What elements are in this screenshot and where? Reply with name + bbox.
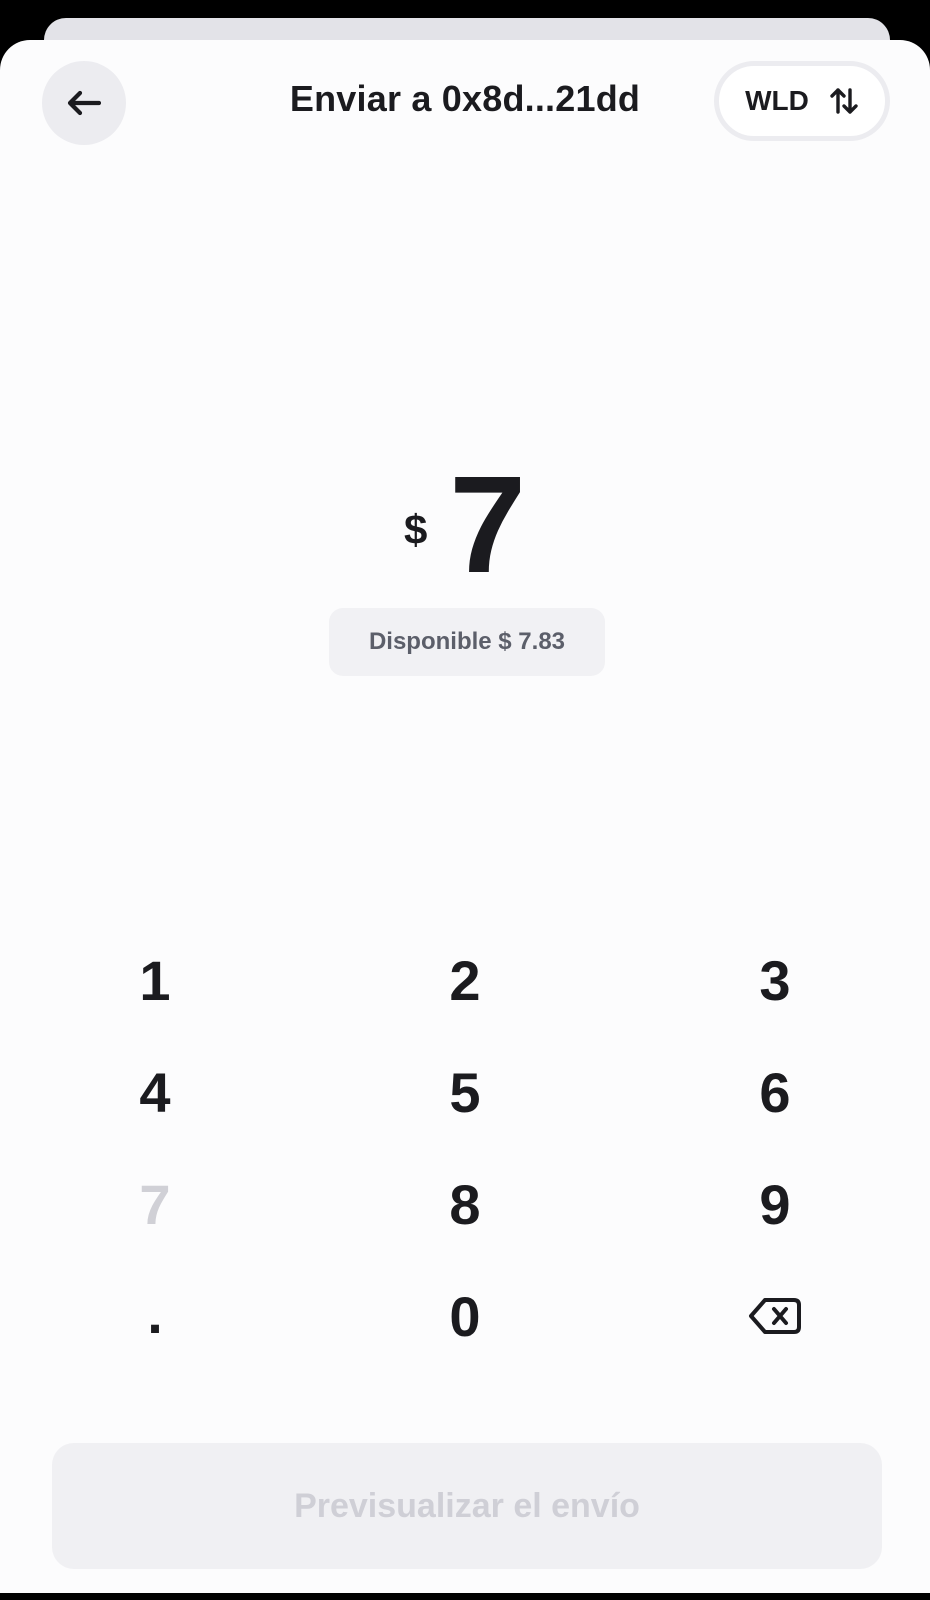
key-1[interactable]: 1 xyxy=(0,924,310,1036)
back-button[interactable] xyxy=(42,61,126,145)
amount-display: $ 7 xyxy=(0,440,930,610)
key-2[interactable]: 2 xyxy=(310,924,620,1036)
currency-label: WLD xyxy=(745,85,809,116)
key-6[interactable]: 6 xyxy=(620,1036,930,1148)
arrow-left-icon xyxy=(67,90,101,116)
page-title: Enviar a 0x8d...21dd xyxy=(289,78,641,119)
currency-toggle-button[interactable]: WLD xyxy=(714,61,890,141)
backspace-button[interactable] xyxy=(620,1260,930,1372)
key-0[interactable]: 0 xyxy=(310,1260,620,1372)
amount-value: 7 xyxy=(449,448,527,602)
send-sheet: Enviar a 0x8d...21dd WLD $ 7 Disponible … xyxy=(0,40,930,1593)
key-9[interactable]: 9 xyxy=(620,1148,930,1260)
header: Enviar a 0x8d...21dd WLD xyxy=(0,40,930,166)
numeric-keypad: 1 2 3 4 5 6 7 8 9 . 0 xyxy=(0,924,930,1374)
available-balance-badge: Disponible $ 7.83 xyxy=(329,608,605,676)
key-decimal[interactable]: . xyxy=(0,1260,310,1372)
backspace-icon xyxy=(749,1298,801,1334)
key-7[interactable]: 7 xyxy=(0,1148,310,1260)
key-5[interactable]: 5 xyxy=(310,1036,620,1148)
key-8[interactable]: 8 xyxy=(310,1148,620,1260)
key-3[interactable]: 3 xyxy=(620,924,930,1036)
swap-vertical-icon xyxy=(830,88,858,114)
preview-send-button[interactable]: Previsualizar el envío xyxy=(52,1443,882,1569)
key-4[interactable]: 4 xyxy=(0,1036,310,1148)
amount-currency-symbol: $ xyxy=(403,506,428,553)
